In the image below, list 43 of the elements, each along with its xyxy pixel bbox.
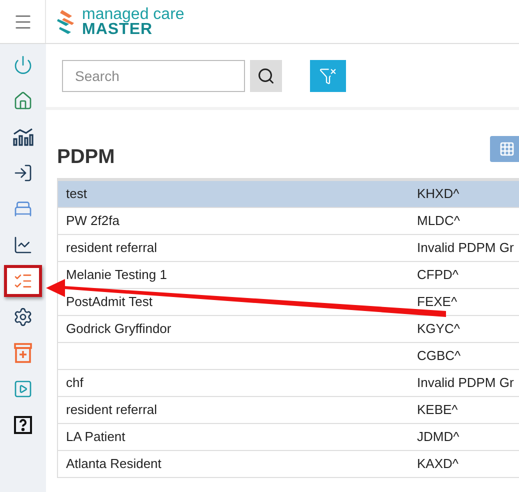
logo-text: managed care bbox=[82, 6, 184, 22]
sidebar-item[interactable] bbox=[4, 265, 42, 297]
table-cell: JDMD^ bbox=[417, 430, 460, 444]
table-cell: KAXD^ bbox=[417, 457, 459, 471]
table-cell: MLDC^ bbox=[417, 214, 460, 228]
help-icon bbox=[14, 416, 32, 434]
table-cell: Godrick Gryffindor bbox=[66, 322, 172, 336]
medical-box-icon bbox=[14, 343, 32, 363]
grid-icon bbox=[499, 140, 515, 156]
table-cell: KEBE^ bbox=[417, 403, 458, 417]
table-cell: PW 2f2fa bbox=[66, 214, 120, 228]
home-icon bbox=[13, 91, 33, 111]
table-cell: KHXD^ bbox=[417, 187, 460, 201]
table-cell: chf bbox=[66, 376, 84, 390]
bed-icon bbox=[13, 199, 33, 219]
table-cell: test bbox=[66, 187, 87, 201]
search-field[interactable]: Search bbox=[62, 60, 245, 92]
logo-icon bbox=[56, 8, 76, 34]
power-icon bbox=[13, 55, 33, 75]
search-button[interactable] bbox=[250, 60, 282, 92]
table-cell: Atlanta Resident bbox=[66, 457, 162, 471]
table-cell: PostAdmit Test bbox=[66, 295, 152, 309]
logo-title: MASTER bbox=[82, 22, 154, 36]
clear-filter-button[interactable] bbox=[310, 60, 346, 92]
table-cell: CGBC^ bbox=[417, 349, 461, 363]
table-cell: Invalid PDPM Gr bbox=[417, 376, 514, 390]
chart-icon bbox=[12, 127, 34, 147]
table-cell: Melanie Testing 1 bbox=[66, 268, 167, 282]
table-cell: KGYC^ bbox=[417, 322, 460, 336]
line-chart-icon bbox=[13, 235, 33, 255]
search-icon bbox=[257, 66, 275, 84]
clear-filter-icon bbox=[319, 66, 337, 84]
table-cell: LA Patient bbox=[66, 430, 126, 444]
page-title: PDPM bbox=[57, 146, 115, 169]
table-cell: resident referral bbox=[66, 241, 158, 255]
table-row[interactable]: test KHXD^ bbox=[58, 181, 519, 208]
settings-icon bbox=[13, 307, 33, 327]
table-cell: FEXE^ bbox=[417, 295, 458, 309]
table-cell: CFPD^ bbox=[417, 268, 458, 282]
table-cell: resident referral bbox=[66, 403, 158, 417]
table-cell: Invalid PDPM Gr bbox=[417, 241, 514, 255]
login-icon bbox=[13, 163, 33, 183]
play-icon bbox=[13, 379, 33, 399]
